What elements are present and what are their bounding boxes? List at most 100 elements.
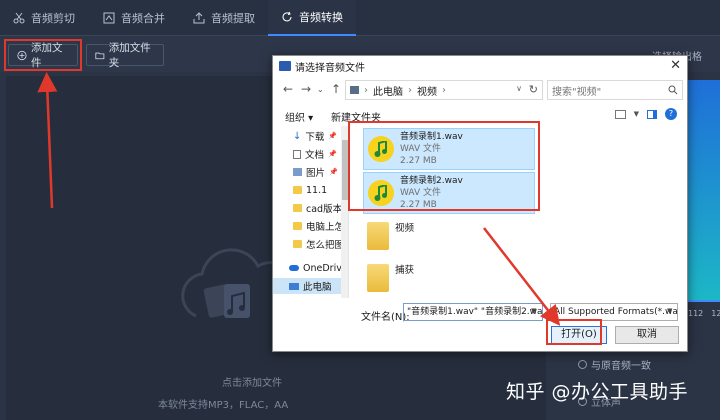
tab-audio-cut[interactable]: 音频剪切	[0, 0, 88, 36]
add-folder-label: 添加文件夹	[108, 42, 151, 69]
close-icon[interactable]: ✕	[670, 58, 681, 73]
highlight-box-files	[348, 121, 540, 211]
merge-icon	[103, 12, 115, 24]
extract-icon	[193, 12, 205, 24]
breadcrumb-item[interactable]: 视频	[417, 83, 437, 98]
filename-input[interactable]: "音频录制1.wav" "音频录制2.wav"	[403, 303, 543, 321]
drop-hint: 点击添加文件	[222, 378, 282, 389]
refresh-icon[interactable]: ↻	[529, 83, 538, 96]
forward-arrow-icon[interactable]: →	[301, 82, 311, 96]
nav-label: 11.1	[306, 184, 328, 196]
folder-icon	[95, 52, 105, 59]
radio-icon	[578, 360, 587, 369]
nav-label: 网络	[303, 297, 322, 298]
tab-label: 音频提取	[211, 12, 255, 25]
folder-icon	[293, 204, 302, 212]
folder-icon	[293, 186, 302, 194]
folder-icon	[367, 222, 389, 250]
nav-item-folder[interactable]: 电脑上怎	[293, 218, 344, 234]
address-dropdown-icon[interactable]: ∨	[516, 84, 522, 93]
nav-item-folder[interactable]: 11.1	[293, 182, 327, 198]
nav-item-network[interactable]: 网络	[289, 296, 322, 298]
eq-labels: 112 12	[688, 309, 720, 318]
folder-icon	[293, 222, 302, 230]
view-dropdown-icon[interactable]: ▼	[634, 110, 639, 118]
tab-audio-convert[interactable]: 音频转换	[268, 0, 356, 36]
eq-value: 12	[711, 309, 720, 318]
app-icon	[279, 61, 291, 71]
search-icon	[668, 85, 678, 95]
nav-label: 图片	[306, 168, 326, 179]
nav-item-onedrive[interactable]: OneDrive	[289, 260, 348, 276]
back-arrow-icon[interactable]: ←	[283, 82, 293, 96]
nav-item-this-pc[interactable]: 此电脑	[273, 278, 343, 294]
tab-label: 音频合并	[121, 12, 165, 25]
breadcrumb-separator: ›	[408, 84, 412, 96]
tab-audio-merge[interactable]: 音频合并	[88, 0, 180, 36]
nav-label: 怎么把图	[306, 240, 345, 251]
nav-item-folder[interactable]: cad版本	[293, 200, 342, 216]
document-icon	[293, 149, 301, 159]
nav-label: 下载	[305, 132, 325, 143]
scissors-icon	[13, 12, 25, 24]
watermark: 知乎 @办公工具助手	[506, 381, 689, 403]
view-controls: ▼ ?	[614, 108, 677, 120]
add-folder-button[interactable]: 添加文件夹	[86, 42, 164, 69]
chevron-down-icon[interactable]: ▼	[531, 307, 536, 315]
eq-slider[interactable]	[686, 300, 720, 302]
breadcrumb-separator: ›	[442, 84, 446, 96]
folder-name: 视频	[395, 223, 415, 234]
nav-label: 此电脑	[303, 282, 332, 293]
pin-icon: 📌	[328, 150, 337, 158]
folder-name: 捕获	[395, 265, 415, 276]
organize-menu[interactable]: 组织 ▾	[285, 109, 313, 124]
app-tab-bar: 音频剪切 音频合并 音频提取 音频转换	[0, 0, 720, 36]
option-label: 与原音频一致	[591, 361, 651, 372]
highlight-box-add-file	[4, 39, 82, 71]
nav-label: cad版本	[306, 204, 343, 215]
refresh-icon	[282, 11, 292, 22]
nav-item-downloads[interactable]: ↓ 下载 📌	[293, 128, 337, 144]
tab-label: 音频转换	[299, 11, 343, 24]
download-arrow-icon: ↓	[293, 130, 302, 142]
pin-icon: 📌	[329, 168, 338, 176]
dialog-title: 请选择音频文件	[295, 62, 365, 74]
view-mode-icon[interactable]	[614, 109, 626, 119]
history-dropdown-icon[interactable]: ⌄	[317, 85, 324, 94]
dialog-title-bar: 请选择音频文件 ✕	[273, 56, 687, 76]
pin-icon: 📌	[328, 132, 338, 140]
picture-icon	[293, 168, 302, 176]
computer-icon	[289, 282, 299, 290]
folder-item[interactable]: 捕获	[363, 258, 535, 298]
supported-formats-hint: 本软件支持MP3，FLAC，AA	[158, 400, 289, 411]
nav-label: 电脑上怎	[306, 222, 345, 233]
folder-item[interactable]: 视频	[363, 216, 535, 256]
eq-value: 112	[688, 309, 704, 318]
nav-item-documents[interactable]: 文档 📌	[293, 146, 337, 162]
computer-icon	[350, 86, 359, 94]
breadcrumb-separator: ›	[364, 84, 368, 96]
chevron-down-icon[interactable]: ▼	[667, 307, 672, 315]
option-same-as-source[interactable]: 与原音频一致	[578, 357, 651, 372]
filename-row: 文件名(N): "音频录制1.wav" "音频录制2.wav" ▼ All Su…	[273, 302, 687, 324]
address-bar[interactable]: › 此电脑 › 视频 › ∨ ↻	[345, 80, 543, 100]
nav-label: 文档	[305, 150, 325, 161]
navigation-pane: ↓ 下载 📌 文档 📌 图片 📌 11.1 cad版本 电脑上怎 怎么把图 On…	[273, 126, 349, 298]
nav-item-pictures[interactable]: 图片 📌	[293, 164, 338, 180]
up-arrow-icon[interactable]: ↑	[331, 82, 341, 96]
waveform-display	[686, 80, 720, 300]
preview-pane-icon[interactable]	[647, 109, 657, 119]
breadcrumb-item[interactable]: 此电脑	[373, 83, 403, 98]
help-icon[interactable]: ?	[665, 108, 677, 120]
tab-label: 音频剪切	[31, 12, 75, 25]
folder-icon	[293, 240, 302, 248]
navigation-bar: ← → ⌄ ↑ › 此电脑 › 视频 › ∨ ↻ 搜索"视频"	[273, 78, 687, 102]
nav-item-folder[interactable]: 怎么把图	[293, 236, 344, 252]
cancel-button[interactable]: 取消	[615, 326, 679, 344]
cloud-icon	[289, 265, 299, 271]
tab-audio-extract[interactable]: 音频提取	[180, 0, 268, 36]
search-input[interactable]: 搜索"视频"	[547, 80, 683, 100]
highlight-box-open	[546, 319, 602, 345]
search-placeholder: 搜索"视频"	[552, 86, 602, 98]
folder-icon	[367, 264, 389, 292]
